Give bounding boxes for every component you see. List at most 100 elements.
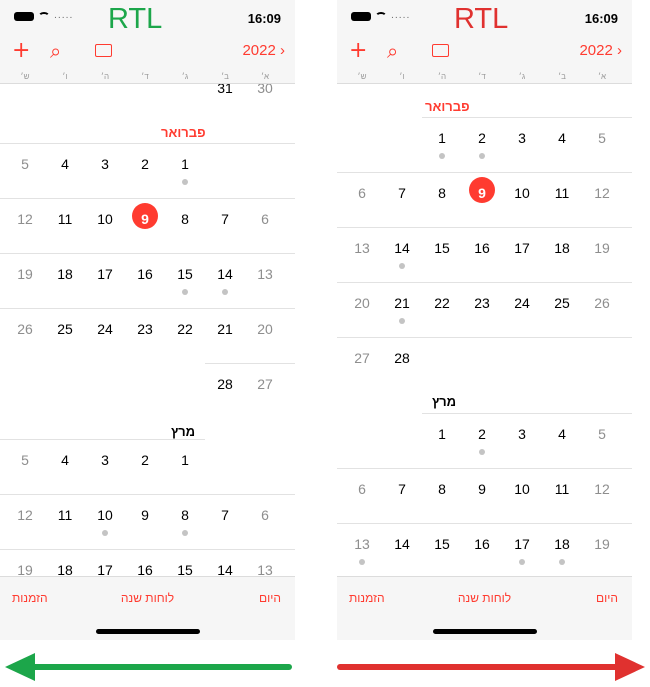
day-cell[interactable]: 28 — [205, 364, 245, 419]
day-cell[interactable]: 1 — [165, 144, 205, 199]
day-cell[interactable]: 19 — [5, 550, 45, 576]
day-cell[interactable]: 2 — [462, 118, 502, 173]
day-cell[interactable]: 12 — [582, 173, 622, 228]
day-cell[interactable]: 7 — [205, 199, 245, 254]
day-cell[interactable]: 21 — [205, 309, 245, 364]
day-cell[interactable]: 15 — [165, 254, 205, 309]
day-cell[interactable]: 18 — [542, 228, 582, 283]
day-cell[interactable]: 16 — [125, 254, 165, 309]
day-cell[interactable]: 14 — [205, 550, 245, 576]
day-cell[interactable]: 16 — [462, 228, 502, 283]
day-cell[interactable]: 18 — [45, 550, 85, 576]
day-cell[interactable]: 7 — [382, 469, 422, 524]
day-cell[interactable]: 18 — [45, 254, 85, 309]
day-cell[interactable]: 20 — [342, 283, 382, 338]
day-cell[interactable]: 21 — [382, 283, 422, 338]
day-cell[interactable]: 8 — [422, 469, 462, 524]
day-cell[interactable]: 10 — [85, 495, 125, 550]
day-cell[interactable]: 3 — [85, 144, 125, 199]
year-back-button[interactable]: 2022 › — [242, 42, 285, 59]
day-cell[interactable]: 12 — [5, 495, 45, 550]
day-cell[interactable]: 15 — [422, 524, 462, 576]
day-cell-today[interactable]: 9 — [462, 173, 502, 228]
day-cell[interactable]: 14 — [382, 524, 422, 576]
inbox-button[interactable]: הזמנות — [12, 591, 48, 605]
day-cell[interactable]: 4 — [45, 144, 85, 199]
day-cell[interactable]: 26 — [582, 283, 622, 338]
day-cell[interactable]: 3 — [502, 414, 542, 469]
home-indicator[interactable] — [432, 629, 537, 634]
day-cell[interactable]: 17 — [502, 228, 542, 283]
list-view-icon[interactable] — [95, 44, 112, 57]
year-back-button[interactable]: 2022 › — [579, 42, 622, 59]
today-button[interactable]: היום — [596, 591, 618, 605]
add-event-icon[interactable]: + — [12, 38, 30, 64]
calendars-button[interactable]: לוחות שנה — [121, 591, 174, 605]
day-cell[interactable]: 16 — [462, 524, 502, 576]
day-cell[interactable]: 6 — [342, 173, 382, 228]
today-button[interactable]: היום — [259, 591, 281, 605]
day-cell[interactable]: 22 — [165, 309, 205, 364]
day-cell[interactable]: 20 — [245, 309, 285, 364]
search-icon[interactable]: ⌕ — [50, 38, 61, 64]
home-indicator[interactable] — [95, 629, 200, 634]
day-cell[interactable]: 1 — [422, 414, 462, 469]
day-cell[interactable]: 30 — [245, 84, 285, 123]
day-cell[interactable]: 6 — [245, 199, 285, 254]
day-cell[interactable]: 4 — [45, 440, 85, 495]
day-cell[interactable]: 22 — [422, 283, 462, 338]
day-cell[interactable]: 1 — [165, 440, 205, 495]
day-cell[interactable]: 11 — [542, 469, 582, 524]
day-cell[interactable]: 25 — [542, 283, 582, 338]
day-cell[interactable]: 6 — [245, 495, 285, 550]
day-cell[interactable]: 9 — [462, 469, 502, 524]
day-cell[interactable]: 17 — [502, 524, 542, 576]
day-cell[interactable]: 11 — [45, 199, 85, 254]
day-cell[interactable]: 23 — [125, 309, 165, 364]
day-cell[interactable]: 2 — [462, 414, 502, 469]
day-cell[interactable]: 8 — [165, 199, 205, 254]
day-cell[interactable]: 5 — [5, 144, 45, 199]
day-cell[interactable]: 25 — [45, 309, 85, 364]
day-cell[interactable]: 3 — [85, 440, 125, 495]
day-cell[interactable]: 2 — [125, 440, 165, 495]
day-cell[interactable]: 8 — [422, 173, 462, 228]
day-cell[interactable]: 11 — [45, 495, 85, 550]
day-cell[interactable]: 19 — [582, 524, 622, 576]
day-cell[interactable]: 19 — [582, 228, 622, 283]
day-cell[interactable]: 15 — [165, 550, 205, 576]
calendars-button[interactable]: לוחות שנה — [458, 591, 511, 605]
list-view-icon[interactable] — [432, 44, 449, 57]
day-cell[interactable]: 7 — [205, 495, 245, 550]
day-cell[interactable]: 4 — [542, 414, 582, 469]
day-cell[interactable]: 5 — [582, 118, 622, 173]
inbox-button[interactable]: הזמנות — [349, 591, 385, 605]
day-cell[interactable]: 24 — [502, 283, 542, 338]
day-cell[interactable]: 13 — [342, 228, 382, 283]
month-scroll-area[interactable]: פברואר מרץ 31 30 5 4 3 2 1 12 11 10 9 8 7 6 19 18 17 16 15… — [0, 84, 295, 576]
day-cell[interactable]: 13 — [342, 524, 382, 576]
day-cell[interactable]: 14 — [205, 254, 245, 309]
day-cell[interactable]: 5 — [5, 440, 45, 495]
day-cell[interactable]: 24 — [85, 309, 125, 364]
day-cell[interactable]: 18 — [542, 524, 582, 576]
day-cell[interactable]: 19 — [5, 254, 45, 309]
day-cell[interactable]: 14 — [382, 228, 422, 283]
day-cell[interactable]: 2 — [125, 144, 165, 199]
day-cell[interactable]: 8 — [165, 495, 205, 550]
day-cell[interactable]: 15 — [422, 228, 462, 283]
day-cell[interactable]: 26 — [5, 309, 45, 364]
day-cell[interactable]: 17 — [85, 254, 125, 309]
day-cell[interactable]: 9 — [125, 495, 165, 550]
day-cell[interactable]: 3 — [502, 118, 542, 173]
search-icon[interactable]: ⌕ — [387, 38, 398, 64]
day-cell[interactable]: 4 — [542, 118, 582, 173]
day-cell[interactable]: 6 — [342, 469, 382, 524]
day-cell[interactable]: 10 — [85, 199, 125, 254]
day-cell[interactable]: 5 — [582, 414, 622, 469]
day-cell[interactable]: 10 — [502, 469, 542, 524]
day-cell[interactable]: 12 — [582, 469, 622, 524]
add-event-icon[interactable]: + — [349, 38, 367, 64]
day-cell[interactable]: 27 — [342, 338, 382, 393]
month-scroll-area[interactable]: פברואר מרץ 1 2 3 4 5 6 7 8 9 10 11 12 13 14 15 16 17 18 19… — [337, 84, 632, 576]
